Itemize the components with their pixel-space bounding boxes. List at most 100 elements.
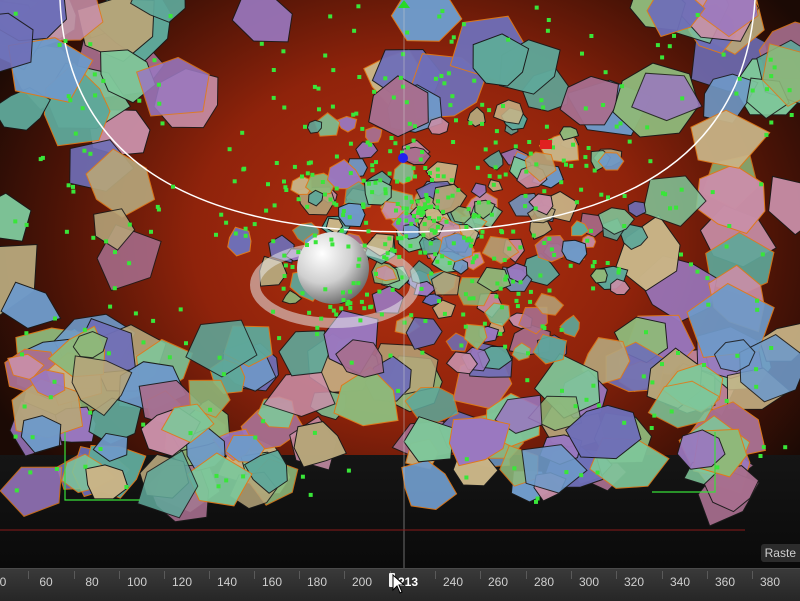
particle xyxy=(49,395,53,399)
particle xyxy=(396,389,400,393)
particle xyxy=(589,34,593,38)
particle xyxy=(352,281,356,285)
particle xyxy=(346,245,350,249)
particle xyxy=(420,351,424,355)
particle xyxy=(404,211,408,215)
particle xyxy=(370,190,374,194)
particle xyxy=(454,118,458,122)
particle xyxy=(305,243,309,247)
particle xyxy=(769,74,773,78)
particle xyxy=(387,237,391,241)
particle xyxy=(754,385,758,389)
particle xyxy=(350,361,354,365)
particle xyxy=(484,147,488,151)
particle xyxy=(222,372,226,376)
particle xyxy=(282,254,286,258)
tick-mark xyxy=(74,571,75,579)
particle xyxy=(351,113,355,117)
particle xyxy=(15,488,19,492)
particle xyxy=(481,230,485,234)
particle xyxy=(696,13,700,17)
fragment-shard xyxy=(691,110,770,168)
particle xyxy=(335,187,339,191)
particle xyxy=(41,156,45,160)
particle xyxy=(436,174,440,178)
particle xyxy=(88,411,92,415)
particle xyxy=(429,205,433,209)
particle xyxy=(291,265,295,269)
particle xyxy=(465,457,469,461)
scene-canvas[interactable] xyxy=(0,0,800,568)
particle xyxy=(141,423,145,427)
particle xyxy=(423,251,427,255)
tick-mark xyxy=(707,571,708,579)
particle xyxy=(341,291,345,295)
particle xyxy=(368,305,372,309)
particle xyxy=(504,275,508,279)
particle xyxy=(526,351,530,355)
particle xyxy=(696,270,700,274)
particle xyxy=(384,191,388,195)
particle xyxy=(266,182,270,186)
particle xyxy=(706,303,710,307)
fragment-shard xyxy=(560,315,579,337)
particle xyxy=(492,257,496,261)
particle xyxy=(349,142,353,146)
particle xyxy=(179,307,183,311)
particle xyxy=(396,202,400,206)
particle xyxy=(450,40,454,44)
particle xyxy=(542,189,546,193)
particle xyxy=(149,230,153,234)
particle xyxy=(503,345,507,349)
particle xyxy=(435,205,439,209)
particle xyxy=(400,236,404,240)
particle xyxy=(415,218,419,222)
particle xyxy=(433,252,437,256)
particle xyxy=(428,171,432,175)
particle xyxy=(386,251,390,255)
particle xyxy=(754,367,758,371)
fragment-shard xyxy=(402,460,457,509)
particle xyxy=(769,346,773,350)
3d-viewport[interactable]: Raste xyxy=(0,0,800,568)
particle xyxy=(452,241,456,245)
particle xyxy=(477,201,481,205)
particle xyxy=(487,108,491,112)
particle xyxy=(412,214,416,218)
render-mode-label[interactable]: Raste xyxy=(761,544,800,562)
particle xyxy=(450,178,454,182)
particle xyxy=(564,163,568,167)
particle xyxy=(579,473,583,477)
axis-z-handle[interactable] xyxy=(398,153,408,163)
particle xyxy=(309,493,313,497)
particle xyxy=(169,14,173,18)
particle xyxy=(83,465,87,469)
particle xyxy=(738,77,742,81)
particle xyxy=(24,331,28,335)
particle xyxy=(562,159,566,163)
particle xyxy=(189,431,193,435)
particle xyxy=(124,485,128,489)
fragment-shard xyxy=(628,201,646,216)
fragment-shard xyxy=(228,227,251,256)
axis-x-handle[interactable] xyxy=(540,140,552,149)
particle xyxy=(413,124,417,128)
particle xyxy=(488,174,492,178)
particle xyxy=(365,293,369,297)
particle xyxy=(477,214,481,218)
particle xyxy=(104,239,108,243)
particle xyxy=(273,203,277,207)
tick-mark xyxy=(571,571,572,579)
particle xyxy=(472,79,476,83)
particle xyxy=(550,247,554,251)
tick-mark xyxy=(526,571,527,579)
particle xyxy=(591,286,595,290)
particle xyxy=(583,155,587,159)
particle xyxy=(113,286,117,290)
particle xyxy=(323,193,327,197)
particle xyxy=(374,181,378,185)
particle xyxy=(660,362,664,366)
particle xyxy=(436,199,440,203)
particle xyxy=(529,290,533,294)
timeline-tick-label: 260 xyxy=(488,575,508,589)
